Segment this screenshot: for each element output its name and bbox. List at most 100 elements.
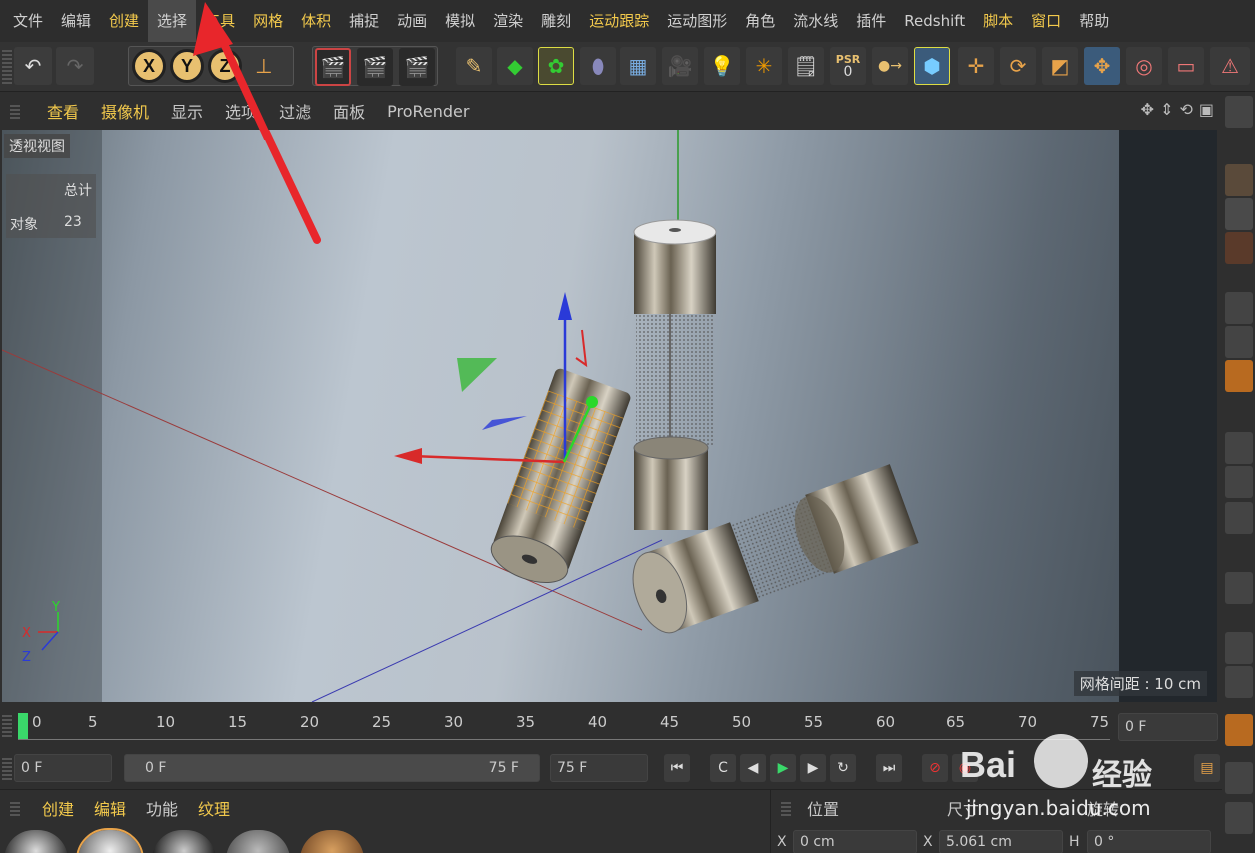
render-picture-viewer-button[interactable]: 🎬 <box>357 48 393 86</box>
palette-btn-polys[interactable] <box>1225 232 1253 264</box>
move-tool-button[interactable]: ✛ <box>958 47 994 85</box>
prev-key-button[interactable]: C <box>710 754 736 782</box>
undo-button[interactable]: ↶ <box>14 47 52 85</box>
menu-render[interactable]: 渲染 <box>484 0 532 42</box>
light-button[interactable]: 💡 <box>704 47 740 85</box>
prev-frame-button[interactable]: ◀ <box>740 754 766 782</box>
move-active-button[interactable]: ✥ <box>1084 47 1120 85</box>
material-menu-create[interactable]: 创建 <box>32 796 84 820</box>
tag-button[interactable]: 🗒 <box>788 47 824 85</box>
live-selection-button[interactable]: ◎ <box>1126 47 1162 85</box>
coords-grip[interactable] <box>781 800 791 816</box>
toggle-layout-icon[interactable]: ▣ <box>1199 100 1214 119</box>
material-swatch-2[interactable] <box>76 828 144 853</box>
menu-snap[interactable]: 捕捉 <box>340 0 388 42</box>
deformer-button[interactable]: ⬮ <box>580 47 616 85</box>
camera-button[interactable]: 🎥 <box>662 47 698 85</box>
menu-edit[interactable]: 编辑 <box>52 0 100 42</box>
palette-btn-edges[interactable] <box>1225 198 1253 230</box>
perspective-viewport[interactable]: 透视视图 总计 对象 23 Y X Z 网格间距 : 10 cm <box>2 130 1217 702</box>
menu-script[interactable]: 脚本 <box>974 0 1022 42</box>
view-menu-camera[interactable]: 摄像机 <box>90 99 160 123</box>
menu-file[interactable]: 文件 <box>4 0 52 42</box>
psr-button[interactable]: PSR 0 <box>830 47 866 85</box>
palette-btn-down[interactable] <box>1225 762 1253 794</box>
pos-x-field[interactable]: 0 cm <box>793 830 917 853</box>
xyz-transfer-button[interactable]: ●→ <box>872 47 908 85</box>
scale-tool-button[interactable]: ◩ <box>1042 47 1078 85</box>
menu-simulate[interactable]: 模拟 <box>436 0 484 42</box>
view-menu-prorender[interactable]: ProRender <box>376 102 480 121</box>
palette-btn-workplane[interactable] <box>1225 632 1253 664</box>
pan-view-icon[interactable]: ✥ <box>1141 100 1154 119</box>
floor-button[interactable]: ▦ <box>620 47 656 85</box>
menu-help[interactable]: 帮助 <box>1070 0 1118 42</box>
transport-grip[interactable] <box>2 756 12 780</box>
palette-btn-spline[interactable] <box>1225 466 1253 498</box>
view-menu-view[interactable]: 查看 <box>36 99 90 123</box>
menu-sculpt[interactable]: 雕刻 <box>532 0 580 42</box>
palette-btn-magnet[interactable] <box>1225 572 1253 604</box>
end-frame-field[interactable]: 0 F <box>1118 713 1218 741</box>
model-mode-button[interactable]: ⬢ <box>914 47 950 85</box>
material-menu-texture[interactable]: 纹理 <box>188 796 240 820</box>
timeline-grip[interactable] <box>2 713 12 737</box>
palette-btn-folder[interactable] <box>1225 714 1253 746</box>
cube-object-button[interactable]: ◆ <box>497 47 533 85</box>
play-button[interactable]: ▶ <box>770 754 796 782</box>
loop-button[interactable]: ↻ <box>830 754 856 782</box>
menu-character[interactable]: 角色 <box>736 0 784 42</box>
material-swatch-1[interactable] <box>4 830 68 853</box>
render-settings-button[interactable]: 🎬 <box>399 48 435 86</box>
material-menu-edit[interactable]: 编辑 <box>84 796 136 820</box>
goto-end-button[interactable]: ⏭ <box>876 754 902 782</box>
timeline-menu-button[interactable]: ▤ <box>1194 754 1220 782</box>
palette-btn-snap[interactable] <box>1225 502 1253 534</box>
frame-range-slider[interactable]: 0 F 75 F <box>124 754 540 782</box>
palette-btn-model[interactable] <box>1225 292 1253 324</box>
extras-button[interactable]: ⚠ <box>1210 47 1250 85</box>
palette-btn-texture[interactable] <box>1225 326 1253 358</box>
orbit-view-icon[interactable]: ⟲ <box>1179 100 1192 119</box>
goto-start-button[interactable]: ⏮ <box>664 754 690 782</box>
playhead-marker[interactable] <box>18 713 28 739</box>
material-swatch-5[interactable] <box>300 830 364 853</box>
palette-btn-1[interactable] <box>1225 96 1253 128</box>
next-frame-button[interactable]: ▶ <box>800 754 826 782</box>
palette-btn-object[interactable] <box>1225 360 1253 392</box>
palette-btn-grid[interactable] <box>1225 666 1253 698</box>
material-swatch-3[interactable] <box>152 830 216 853</box>
menu-window[interactable]: 窗口 <box>1022 0 1070 42</box>
pen-tool-button[interactable]: ✎ <box>456 47 492 85</box>
menu-mograph[interactable]: 运动图形 <box>658 0 736 42</box>
menu-redshift[interactable]: Redshift <box>895 0 974 42</box>
current-frame-field[interactable]: 0 F <box>14 754 112 782</box>
effector-button[interactable]: ✳ <box>746 47 782 85</box>
menu-animate[interactable]: 动画 <box>388 0 436 42</box>
size-x-field[interactable]: 5.061 cm <box>939 830 1063 853</box>
view-menu-panel[interactable]: 面板 <box>322 99 376 123</box>
palette-btn-last[interactable] <box>1225 802 1253 834</box>
palette-btn-points[interactable] <box>1225 164 1253 196</box>
material-menu-function[interactable]: 功能 <box>136 796 188 820</box>
palette-btn-axis[interactable] <box>1225 432 1253 464</box>
menu-motion-tracking[interactable]: 运动跟踪 <box>580 0 658 42</box>
view-name-label[interactable]: 透视视图 <box>4 134 70 158</box>
menu-pipeline[interactable]: 流水线 <box>784 0 847 42</box>
lock-x-button[interactable]: X <box>132 49 166 83</box>
menu-create[interactable]: 创建 <box>100 0 148 42</box>
max-frame-field[interactable]: 75 F <box>550 754 648 782</box>
viewbar-grip[interactable] <box>10 103 20 119</box>
rot-h-field[interactable]: 0 ° <box>1087 830 1211 853</box>
record-button[interactable]: ⊘ <box>922 754 948 782</box>
rect-selection-button[interactable]: ▭ <box>1168 47 1204 85</box>
menu-plugins[interactable]: 插件 <box>847 0 895 42</box>
subdivision-button[interactable]: ✿ <box>538 47 574 85</box>
dolly-view-icon[interactable]: ⇕ <box>1160 100 1173 119</box>
material-grip[interactable] <box>10 800 20 816</box>
material-swatch-4[interactable] <box>226 830 290 853</box>
toolbar-grip[interactable] <box>2 48 12 84</box>
coords-tab-position[interactable]: 位置 <box>807 796 839 820</box>
redo-button[interactable]: ↷ <box>56 47 94 85</box>
rotate-tool-button[interactable]: ⟳ <box>1000 47 1036 85</box>
